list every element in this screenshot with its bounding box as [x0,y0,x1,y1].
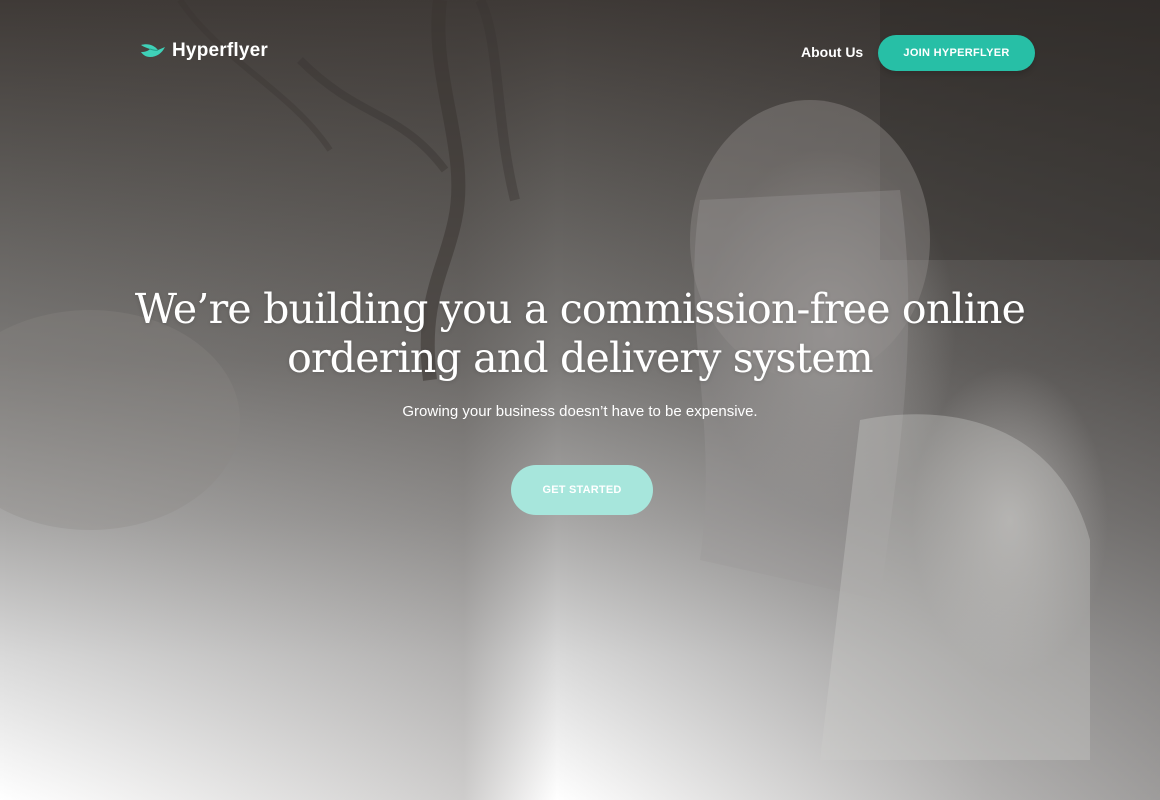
top-nav: Hyperflyer About Us JOIN HYPERFLYER [0,0,1160,105]
brand-name: Hyperflyer [172,40,268,61]
brand-logo[interactable]: Hyperflyer [140,40,268,62]
about-us-link[interactable]: About Us [801,44,863,60]
get-started-button[interactable]: GET STARTED [511,465,653,515]
hero-headline-line1: We’re building you a commission-free onl… [134,285,1026,333]
hero-subheadline: Growing your business doesn’t have to be… [402,403,758,420]
hero-headline: We’re building you a commission-free onl… [80,285,1080,383]
bird-wing-icon [141,44,165,57]
photo-shapes [0,0,1160,760]
hero-headline-line2: ordering and delivery system [287,334,874,382]
hero-section: Hyperflyer About Us JOIN HYPERFLYER We’r… [0,0,1160,800]
hero-background-photo [0,0,1160,800]
join-button[interactable]: JOIN HYPERFLYER [878,35,1035,71]
